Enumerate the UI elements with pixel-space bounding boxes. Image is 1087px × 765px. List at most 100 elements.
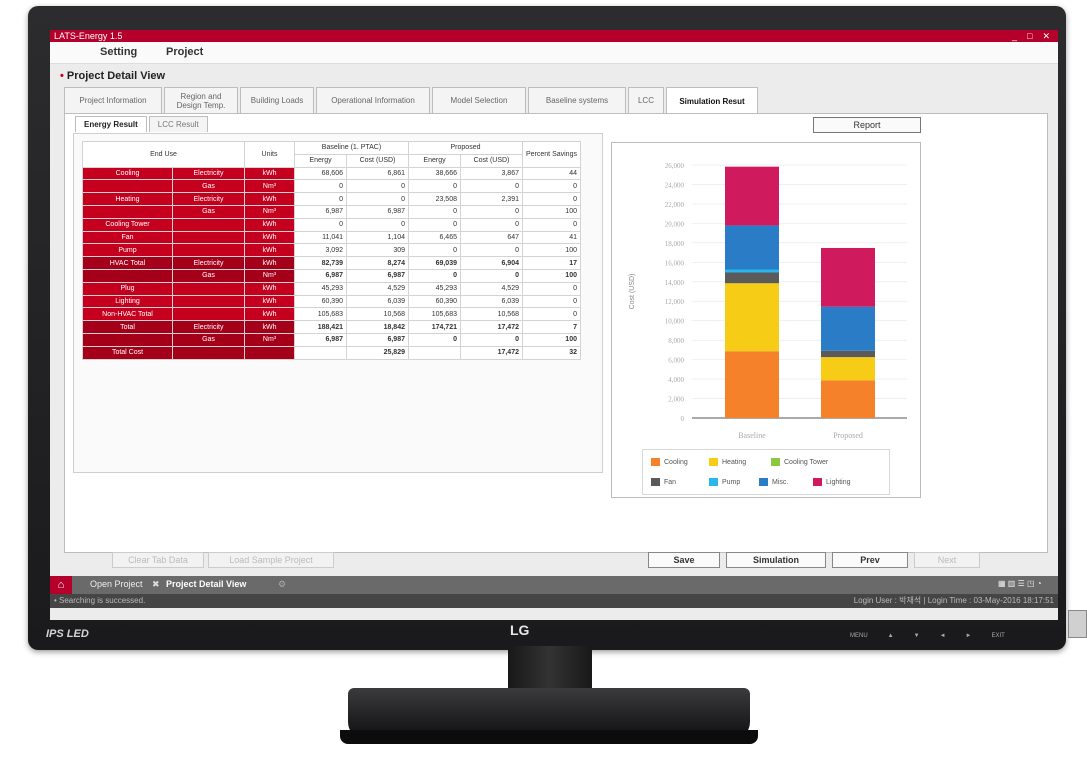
simulation-button[interactable]: Simulation	[726, 552, 826, 568]
menu-setting[interactable]: Setting	[100, 46, 137, 58]
row-percent: 0	[522, 281, 581, 296]
close-button[interactable]: ✕	[1042, 30, 1050, 42]
row-units: Nm³	[244, 332, 295, 347]
energy-table-box: End Use Units Baseline (1. PTAC) Propose…	[73, 133, 603, 473]
menu-project[interactable]: Project	[166, 46, 203, 58]
osd-down[interactable]: ▼	[914, 633, 920, 639]
row-proposed-cost: 0	[460, 204, 523, 219]
tab-baseline-systems[interactable]: Baseline systems	[528, 87, 626, 113]
settings-icon[interactable]: ⚙	[278, 579, 286, 590]
clear-tab-data-button[interactable]: Clear Tab Data	[112, 552, 204, 568]
screen: LATS-Energy 1.5 _ □ ✕ Setting Project • P…	[50, 30, 1058, 620]
legend-label: Pump	[722, 478, 741, 486]
row-enduse: Heating	[82, 192, 173, 206]
osd-right[interactable]: ►	[966, 633, 972, 639]
report-button[interactable]: Report	[813, 117, 921, 133]
task-project-detail-view[interactable]: Project Detail View	[166, 579, 246, 589]
row-units: Nm³	[244, 179, 295, 194]
tab-project-information[interactable]: Project Information	[64, 87, 162, 113]
bar-segment-heating	[821, 357, 875, 381]
table-row: Lighting kWh 60,390 6,039 60,390 6,039 0	[82, 294, 581, 309]
row-fuel	[172, 345, 245, 360]
row-enduse: Total	[82, 320, 173, 334]
header-baseline-energy: Energy	[294, 153, 347, 168]
row-fuel: Gas	[172, 268, 245, 283]
bar-segment-heating	[725, 283, 779, 352]
row-proposed-cost: 6,039	[460, 294, 523, 309]
row-enduse: Cooling Tower	[82, 217, 173, 232]
row-baseline-energy: 11,041	[294, 230, 347, 245]
x-tick-label: Proposed	[833, 431, 863, 440]
led-logo: IPS LED	[46, 628, 89, 640]
subtab-lcc-result[interactable]: LCC Result	[148, 116, 208, 132]
row-enduse	[82, 268, 173, 283]
legend-swatch	[709, 478, 718, 486]
row-percent: 100	[522, 204, 581, 219]
row-enduse	[82, 204, 173, 219]
row-enduse	[82, 179, 173, 194]
table-row: Fan kWh 11,041 1,104 6,465 647 41	[82, 230, 581, 245]
tab-model-selection[interactable]: Model Selection	[432, 87, 526, 113]
row-proposed-energy: 0	[408, 179, 461, 194]
load-sample-project-button[interactable]: Load Sample Project	[208, 552, 334, 568]
tab-building-loads[interactable]: Building Loads	[240, 87, 314, 113]
table-row: HVAC Total Electricity kWh 82,739 8,274 69,03…	[82, 256, 581, 270]
y-tick-label: 24,000	[665, 181, 685, 189]
app-title: LATS-Energy 1.5	[54, 31, 123, 41]
maximize-button[interactable]: □	[1027, 30, 1032, 42]
header-baseline: Baseline (1. PTAC)	[294, 141, 409, 155]
row-baseline-energy: 0	[294, 179, 347, 194]
row-enduse: Total Cost	[82, 345, 173, 360]
tab-operational-information[interactable]: Operational Information	[316, 87, 430, 113]
row-baseline-energy: 188,421	[294, 320, 347, 334]
table-row: Gas Nm³ 6,987 6,987 0 0 100	[82, 332, 581, 347]
row-baseline-energy: 3,092	[294, 243, 347, 258]
row-proposed-cost: 647	[460, 230, 523, 245]
bar-segment-misc-	[725, 225, 779, 270]
legend-label: Misc.	[772, 478, 789, 486]
save-button[interactable]: Save	[648, 552, 720, 568]
row-units: kWh	[244, 281, 295, 296]
row-proposed-cost: 0	[460, 243, 523, 258]
task-open-project[interactable]: Open Project	[90, 579, 143, 589]
row-proposed-cost: 6,904	[460, 256, 523, 270]
row-fuel	[172, 281, 245, 296]
row-percent: 0	[522, 179, 581, 194]
layout-icons[interactable]: ▦ ▥ ☰ ◳ ◔	[998, 579, 1042, 588]
subtab-energy-result[interactable]: Energy Result	[75, 116, 147, 132]
home-icon[interactable]: ⌂	[50, 576, 72, 594]
osd-exit[interactable]: EXIT	[991, 633, 1004, 639]
tab-simulation-result[interactable]: Simulation Resut	[666, 87, 758, 114]
row-units: kWh	[244, 294, 295, 309]
row-enduse	[82, 332, 173, 347]
table-body: Cooling Electricity kWh 68,606 6,861 38,666 3,…	[82, 166, 581, 360]
row-baseline-energy	[294, 345, 347, 360]
row-enduse: Lighting	[82, 294, 173, 309]
y-tick-label: 4,000	[668, 376, 684, 384]
row-enduse: Plug	[82, 281, 173, 296]
row-baseline-cost: 18,842	[346, 320, 409, 334]
page-title-text: Project Detail View	[66, 70, 166, 82]
osd-up[interactable]: ▲	[888, 633, 894, 639]
tab-lcc[interactable]: LCC	[628, 87, 664, 113]
taskbar: ⌂ Open Project ✖ Project Detail View ⚙ ▦…	[50, 576, 1058, 594]
osd-menu[interactable]: MENU	[850, 633, 868, 639]
row-fuel: Gas	[172, 179, 245, 194]
row-proposed-energy: 0	[408, 243, 461, 258]
prev-button[interactable]: Prev	[832, 552, 908, 568]
tab-region-design-temp[interactable]: Region and Design Temp.	[164, 87, 238, 113]
row-baseline-energy: 0	[294, 217, 347, 232]
table-row: Gas Nm³ 6,987 6,987 0 0 100	[82, 204, 581, 219]
row-baseline-cost: 6,861	[346, 166, 409, 181]
minimize-button[interactable]: _	[1012, 30, 1017, 42]
chart-legend: Cooling Heating Cooling Tower Fan Pump Misc. L…	[642, 449, 890, 495]
row-proposed-energy: 0	[408, 268, 461, 283]
row-proposed-energy: 45,293	[408, 281, 461, 296]
table-row: Heating Electricity kWh 0 0 23,508 2,391 0	[82, 192, 581, 206]
row-enduse: Pump	[82, 243, 173, 258]
row-baseline-energy: 60,390	[294, 294, 347, 309]
osd-left[interactable]: ◄	[940, 633, 946, 639]
row-percent: 100	[522, 268, 581, 283]
close-tab-icon[interactable]: ✖	[152, 579, 160, 590]
next-button[interactable]: Next	[914, 552, 980, 568]
